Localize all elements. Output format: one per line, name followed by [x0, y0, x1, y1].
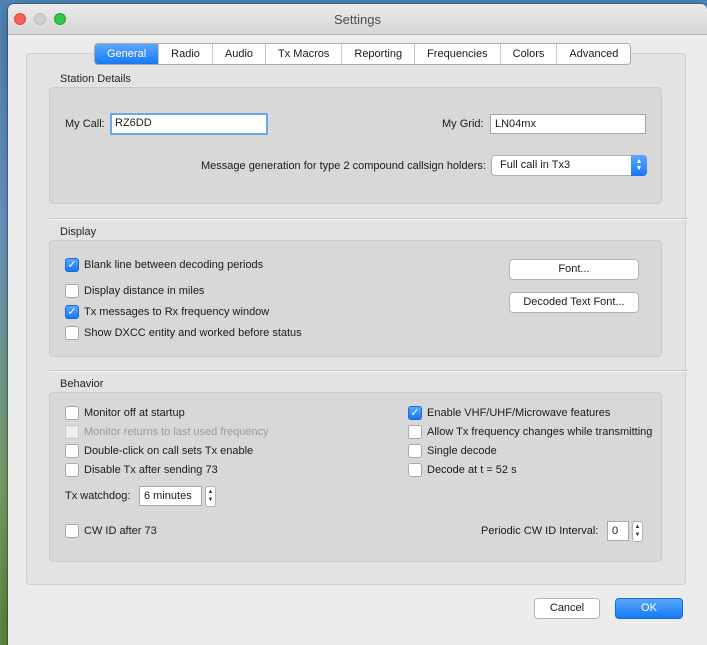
checkbox-box	[65, 326, 79, 340]
divider-behavior	[49, 370, 689, 372]
checkbox-box	[408, 444, 422, 458]
monitor-returns-checkbox: Monitor returns to last used frequency	[65, 425, 269, 439]
tx-messages-checkbox[interactable]: ✓ Tx messages to Rx frequency window	[65, 305, 269, 319]
checkbox-box	[65, 463, 79, 477]
msg-gen-select[interactable]: Full call in Tx3 ▲ ▼	[491, 155, 647, 176]
station-details-heading: Station Details	[60, 73, 131, 85]
tab-bar: General Radio Audio Tx Macros Reporting …	[94, 43, 632, 65]
checkmark-icon: ✓	[408, 406, 422, 420]
show-dxcc-label: Show DXCC entity and worked before statu…	[84, 327, 302, 339]
monitor-returns-label: Monitor returns to last used frequency	[84, 426, 269, 438]
checkmark-icon: ✓	[65, 258, 79, 272]
enable-vhf-label: Enable VHF/UHF/Microwave features	[427, 407, 611, 419]
periodic-cw-field[interactable]: 0	[607, 521, 629, 541]
checkbox-box	[65, 284, 79, 298]
double-click-checkbox[interactable]: Double-click on call sets Tx enable	[65, 444, 253, 458]
cancel-button[interactable]: Cancel	[534, 598, 600, 619]
monitor-off-label: Monitor off at startup	[84, 407, 185, 419]
msg-gen-label: Message generation for type 2 compound c…	[201, 160, 486, 172]
show-dxcc-checkbox[interactable]: Show DXCC entity and worked before statu…	[65, 326, 302, 340]
periodic-cw-label: Periodic CW ID Interval:	[481, 525, 599, 537]
up-down-arrows-icon[interactable]: ▲ ▼	[205, 486, 216, 507]
tab-general[interactable]: General	[95, 44, 159, 64]
chevron-up-down-icon: ▲ ▼	[631, 155, 647, 176]
msg-gen-value: Full call in Tx3	[500, 159, 571, 171]
cw-id-checkbox[interactable]: CW ID after 73	[65, 524, 157, 538]
disable-tx-checkbox[interactable]: Disable Tx after sending 73	[65, 463, 218, 477]
checkmark-icon: ✓	[65, 305, 79, 319]
ok-button[interactable]: OK	[615, 598, 683, 619]
station-details-box	[49, 87, 662, 204]
enable-vhf-checkbox[interactable]: ✓ Enable VHF/UHF/Microwave features	[408, 406, 610, 420]
watchdog-field[interactable]: 6 minutes	[139, 486, 202, 506]
my-grid-field[interactable]: LN04mx	[490, 114, 646, 134]
up-down-arrows-icon[interactable]: ▲ ▼	[632, 521, 643, 542]
blank-line-checkbox[interactable]: ✓ Blank line between decoding periods	[65, 258, 263, 272]
tab-audio[interactable]: Audio	[211, 44, 265, 64]
tab-radio[interactable]: Radio	[158, 44, 212, 64]
tx-messages-label: Tx messages to Rx frequency window	[84, 306, 270, 318]
decoded-text-font-button[interactable]: Decoded Text Font...	[509, 292, 639, 313]
checkbox-box	[65, 425, 79, 439]
tab-colors[interactable]: Colors	[499, 44, 557, 64]
checkbox-box	[65, 524, 79, 538]
single-decode-label: Single decode	[427, 445, 497, 457]
disable-tx-label: Disable Tx after sending 73	[84, 464, 218, 476]
tab-advanced[interactable]: Advanced	[556, 44, 630, 64]
watchdog-label: Tx watchdog:	[65, 490, 131, 502]
tab-frequencies[interactable]: Frequencies	[414, 44, 500, 64]
checkbox-box	[408, 425, 422, 439]
font-button[interactable]: Font...	[509, 259, 639, 280]
distance-miles-checkbox[interactable]: Display distance in miles	[65, 284, 204, 298]
behavior-heading: Behavior	[60, 378, 104, 390]
tab-tx-macros[interactable]: Tx Macros	[265, 44, 341, 64]
display-heading: Display	[60, 226, 97, 238]
double-click-label: Double-click on call sets Tx enable	[84, 445, 254, 457]
decode-at-checkbox[interactable]: Decode at t = 52 s	[408, 463, 517, 477]
checkbox-box	[65, 406, 79, 420]
tab-reporting[interactable]: Reporting	[341, 44, 414, 64]
my-call-field[interactable]: RZ6DD	[110, 113, 268, 135]
checkbox-box	[408, 463, 422, 477]
blank-line-label: Blank line between decoding periods	[84, 259, 264, 271]
my-grid-label: My Grid:	[442, 118, 484, 130]
decode-at-label: Decode at t = 52 s	[427, 464, 517, 476]
allow-tx-freq-checkbox[interactable]: Allow Tx frequency changes while transmi…	[408, 425, 652, 439]
checkbox-box	[65, 444, 79, 458]
cw-id-label: CW ID after 73	[84, 525, 157, 537]
divider-display	[49, 218, 689, 220]
distance-miles-label: Display distance in miles	[84, 285, 205, 297]
settings-window: Settings General Radio Audio Tx Macros R…	[8, 4, 707, 645]
monitor-off-checkbox[interactable]: Monitor off at startup	[65, 406, 185, 420]
title-bar: Settings	[8, 4, 707, 35]
my-call-label: My Call:	[65, 118, 105, 130]
allow-tx-freq-label: Allow Tx frequency changes while transmi…	[427, 426, 653, 438]
window-title: Settings	[334, 12, 381, 27]
single-decode-checkbox[interactable]: Single decode	[408, 444, 497, 458]
